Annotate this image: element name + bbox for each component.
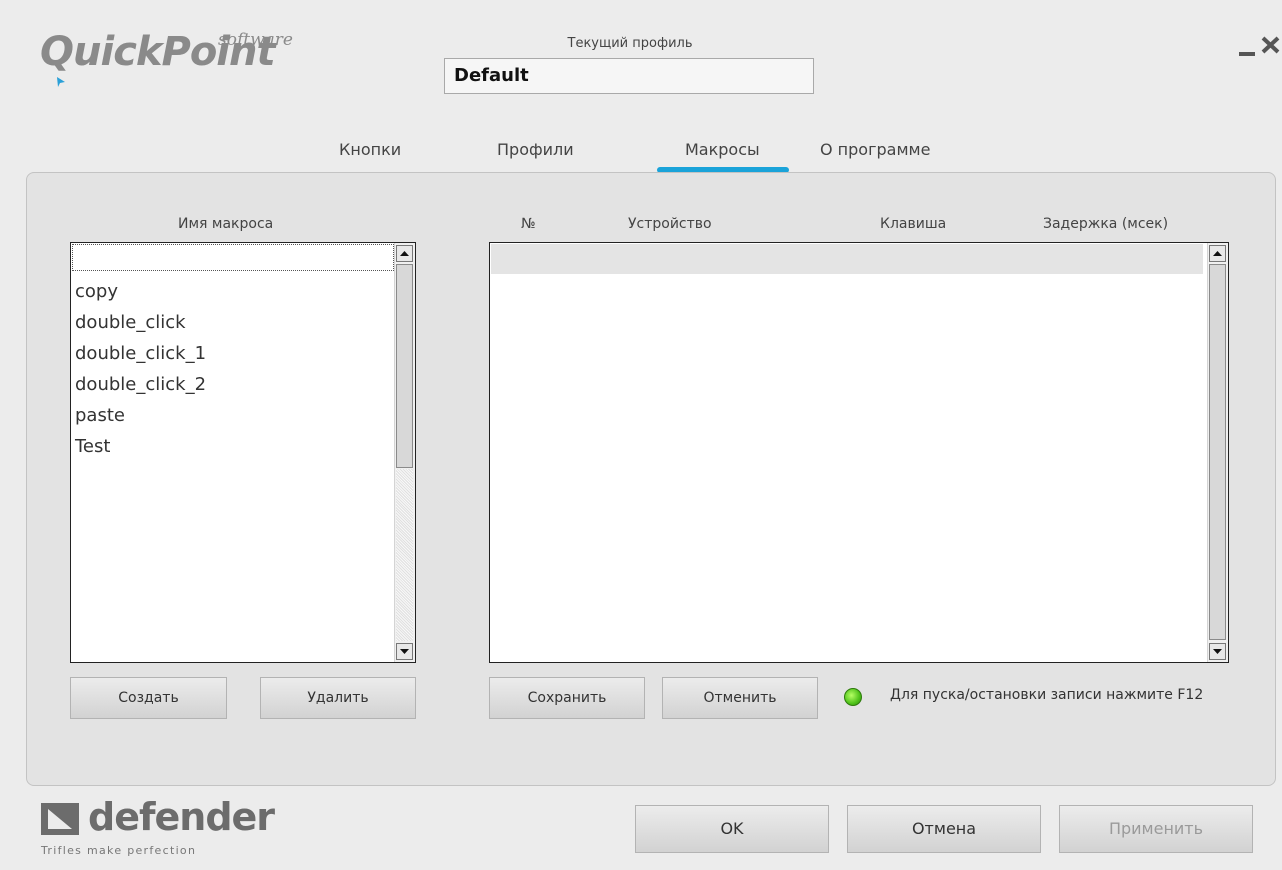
tab-about[interactable]: О программе (820, 140, 930, 159)
scroll-down-icon[interactable] (396, 643, 413, 660)
list-item[interactable]: double_click_2 (75, 374, 206, 395)
scroll-up-icon[interactable] (1209, 245, 1226, 262)
scrollbar-thumb[interactable] (396, 264, 413, 468)
table-row[interactable] (491, 244, 1203, 274)
tab-buttons[interactable]: Кнопки (339, 140, 401, 159)
scrollbar-track[interactable] (396, 469, 413, 641)
scrollbar-thumb[interactable] (1209, 264, 1226, 640)
cancel-macro-button[interactable]: Отменить (662, 677, 818, 719)
scroll-down-icon[interactable] (1209, 643, 1226, 660)
steps-list-scrollbar[interactable] (1207, 243, 1228, 662)
macro-list[interactable]: copy double_click double_click_1 double_… (70, 242, 416, 663)
macro-steps-list[interactable] (489, 242, 1229, 663)
apply-button[interactable]: Применить (1059, 805, 1253, 853)
quickpoint-window: QuickPoint software Текущий профиль Defa… (0, 0, 1282, 870)
record-led-icon (844, 688, 862, 706)
column-key-header: Клавиша (880, 216, 947, 232)
list-item[interactable]: double_click_1 (75, 343, 206, 364)
list-item[interactable]: paste (75, 405, 125, 426)
defender-logo-icon (41, 803, 79, 835)
minimize-icon[interactable] (1237, 40, 1259, 58)
selected-item-focus (72, 244, 394, 271)
quickpoint-logo: QuickPoint software (40, 30, 293, 87)
record-hint: Для пуска/остановки записи нажмите F12 (890, 687, 1204, 703)
column-number-header: № (521, 216, 536, 232)
list-item[interactable]: Test (75, 436, 110, 457)
list-item[interactable]: copy (75, 281, 118, 302)
list-item[interactable]: double_click (75, 312, 186, 333)
ok-button[interactable]: OK (635, 805, 829, 853)
defender-tagline: Trifles make perfection (41, 844, 197, 857)
profile-label: Текущий профиль (567, 36, 693, 51)
tab-profiles[interactable]: Профили (497, 140, 574, 159)
defender-brand: defender (88, 795, 275, 839)
column-device-header: Устройство (628, 216, 712, 232)
logo-suffix: software (218, 30, 293, 50)
save-macro-button[interactable]: Сохранить (489, 677, 645, 719)
macro-name-header: Имя макроса (178, 216, 274, 232)
create-macro-button[interactable]: Создать (70, 677, 227, 719)
cancel-button[interactable]: Отмена (847, 805, 1041, 853)
scroll-up-icon[interactable] (396, 245, 413, 262)
delete-macro-button[interactable]: Удалить (260, 677, 416, 719)
profile-field[interactable]: Default (444, 58, 814, 94)
macro-list-scrollbar[interactable] (394, 243, 415, 662)
column-delay-header: Задержка (мсек) (1043, 216, 1169, 232)
close-icon[interactable] (1259, 34, 1282, 56)
logo-accent-icon (57, 77, 65, 87)
tab-macros[interactable]: Макросы (685, 140, 760, 159)
